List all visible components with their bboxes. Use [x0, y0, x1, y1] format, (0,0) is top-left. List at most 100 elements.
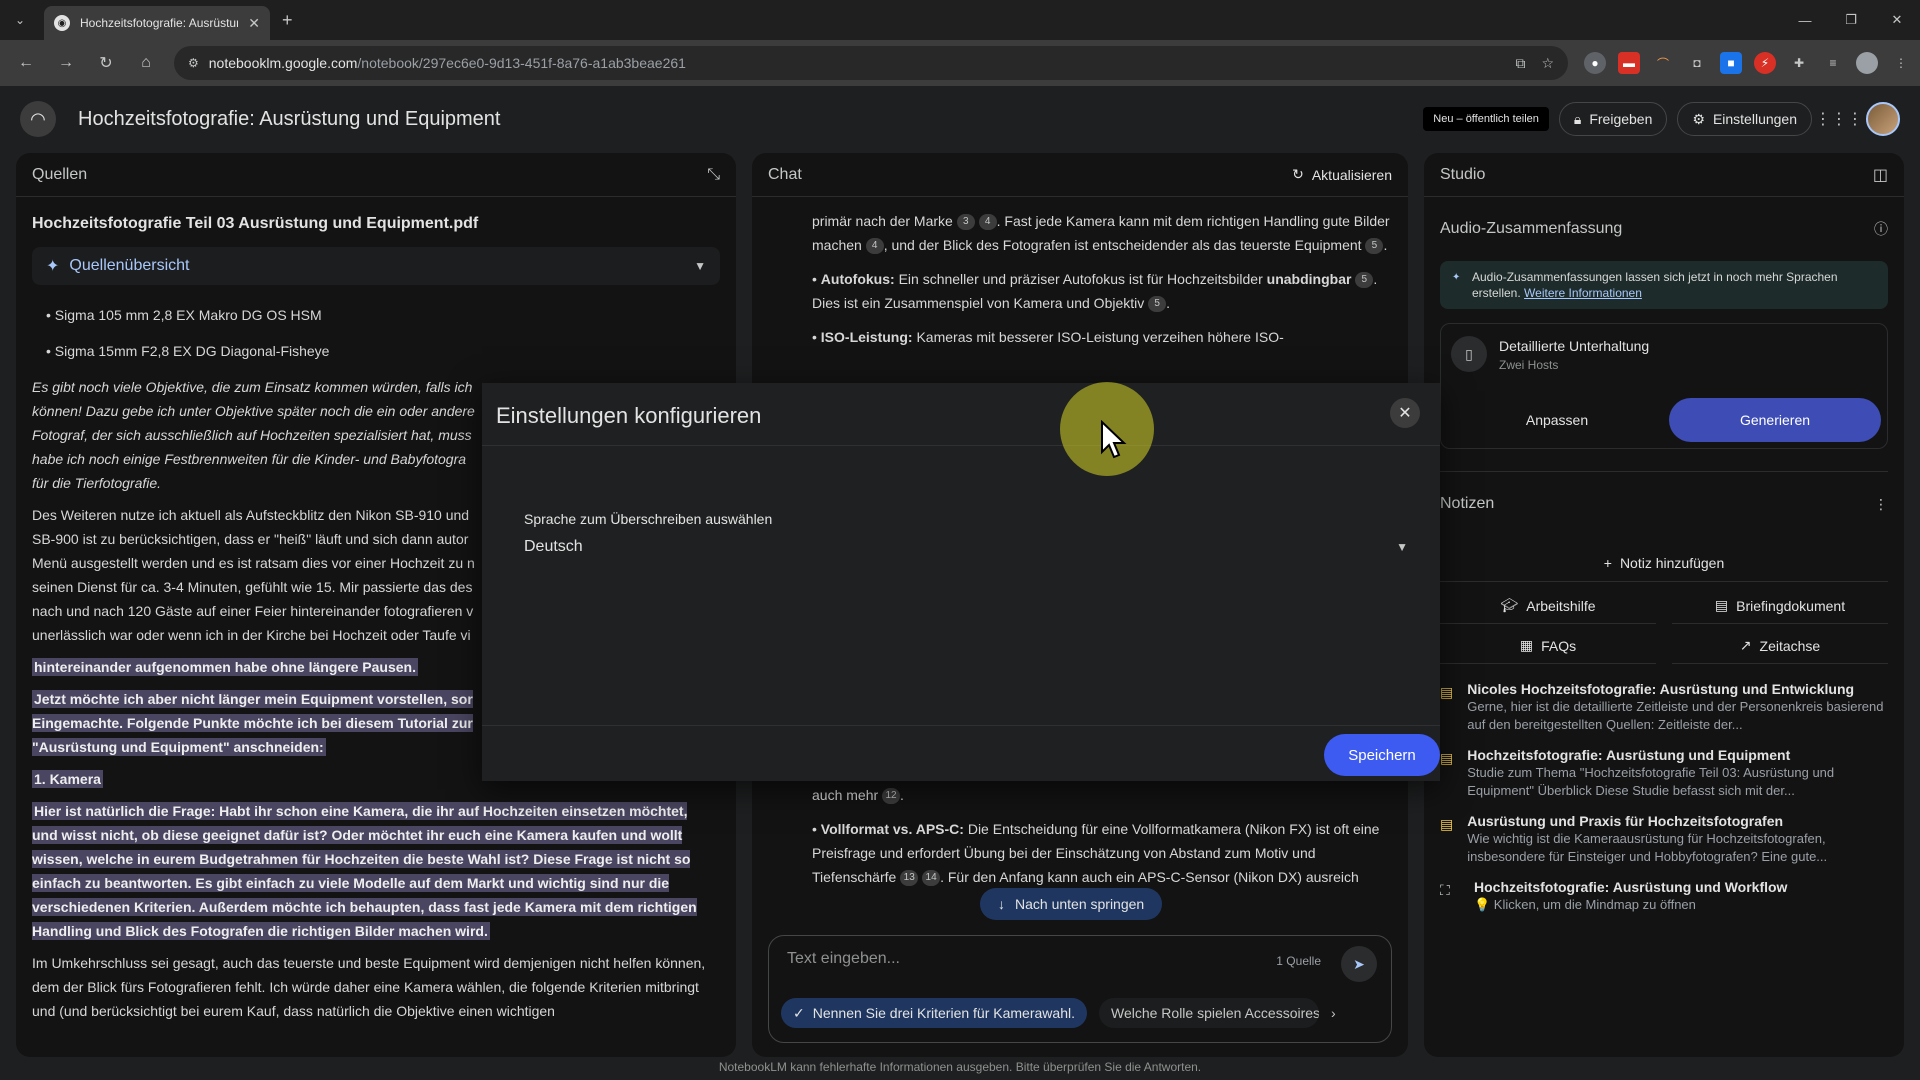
- save-button[interactable]: Speichern: [1324, 734, 1440, 776]
- settings-button[interactable]: ⚙ Einstellungen: [1677, 102, 1812, 136]
- citation-chip[interactable]: 5: [1355, 272, 1374, 289]
- chat-response: primär nach der Marke 3 4. Fast jede Kam…: [812, 213, 1390, 345]
- home-icon[interactable]: ⌂: [128, 45, 164, 81]
- citation-chip[interactable]: 12: [882, 788, 901, 805]
- audio-language-notice: Audio-Zusammenfassungen lassen sich jetz…: [1440, 261, 1888, 309]
- notes-menu-icon[interactable]: ⋮: [1874, 496, 1888, 513]
- timeline-icon: ↗: [1739, 637, 1752, 653]
- studio-panel: Studio ◫ Audio-Zusammenfassung ⓘ Audio-Zus…: [1424, 153, 1904, 1057]
- close-tab-icon[interactable]: ✕: [248, 15, 260, 32]
- source-doc-name: Hochzeitsfotografie Teil 03 Ausrüstung u…: [32, 215, 479, 232]
- collapse-studio-icon[interactable]: ◫: [1873, 165, 1888, 185]
- send-button[interactable]: ➤: [1341, 946, 1377, 982]
- timeline-button[interactable]: ↗ Zeitachse: [1672, 628, 1888, 664]
- audio-summary-title: Audio-Zusammenfassung: [1440, 220, 1623, 237]
- browser-tab[interactable]: ◉ Hochzeitsfotografie: Ausrüstung ✕: [44, 6, 270, 40]
- citation-chip[interactable]: 4: [865, 238, 884, 255]
- notebooklm-logo-icon[interactable]: ◠: [20, 101, 56, 137]
- arrow-down-icon: ↓: [998, 896, 1005, 912]
- info-icon[interactable]: ⓘ: [1874, 219, 1888, 239]
- bookmark-star-icon[interactable]: ☆: [1541, 55, 1554, 72]
- refresh-icon: ↻: [1292, 166, 1304, 182]
- extension-icon[interactable]: ⚡: [1754, 52, 1776, 74]
- extension-icon[interactable]: ■: [1720, 52, 1742, 74]
- notebook-title[interactable]: Hochzeitsfotografie: Ausrüstung und Equi…: [78, 108, 500, 131]
- citation-chip[interactable]: 5: [1365, 238, 1384, 255]
- suggestion-chip[interactable]: ✓ Nennen Sie drei Kriterien für Kamerawah…: [781, 998, 1087, 1028]
- suggestion-chip[interactable]: Welche Rolle spielen Accessoires?: [1098, 998, 1319, 1028]
- check-icon: ✓: [793, 1004, 805, 1021]
- note-item[interactable]: ▤ Ausrüstung und Praxis für Hochzeitsfot…: [1440, 812, 1888, 866]
- apps-grid-icon[interactable]: ⋮⋮⋮: [1815, 102, 1863, 136]
- divider: [482, 445, 1440, 446]
- extension-icon[interactable]: ⌒: [1652, 52, 1674, 74]
- sparkle-icon: ✦: [46, 258, 60, 275]
- extension-icon[interactable]: ▬: [1618, 52, 1640, 74]
- media-icon[interactable]: ≡: [1822, 52, 1844, 74]
- chevron-right-icon[interactable]: ›: [1331, 1005, 1336, 1021]
- citation-chip[interactable]: 13: [900, 870, 919, 887]
- more-info-link[interactable]: Weitere Informationen: [1524, 286, 1642, 300]
- citation-chip[interactable]: 3: [956, 214, 975, 231]
- citation-chip[interactable]: 5: [1148, 296, 1167, 313]
- menu-kebab-icon[interactable]: ⋮: [1890, 52, 1912, 74]
- app-header: ◠ Hochzeitsfotografie: Ausrüstung und Eq…: [0, 86, 1920, 152]
- citation-chip[interactable]: 4: [978, 214, 997, 231]
- extension-icon[interactable]: ●: [1584, 52, 1606, 74]
- generate-button[interactable]: Generieren: [1669, 398, 1881, 442]
- site-info-icon[interactable]: ⚙: [188, 56, 199, 70]
- study-guide-button[interactable]: 🎓︎ Arbeitshilfe: [1440, 588, 1656, 624]
- forward-icon[interactable]: →: [48, 45, 84, 81]
- settings-dialog: Einstellungen konfigurieren ✕ Sprache zu…: [482, 383, 1440, 781]
- avatar[interactable]: [1866, 102, 1900, 136]
- note-item[interactable]: ▤ Hochzeitsfotografie: Ausrüstung und Eq…: [1440, 746, 1888, 800]
- customize-button[interactable]: Anpassen: [1467, 398, 1647, 442]
- chevron-down-icon: ▼: [694, 259, 706, 273]
- address-bar[interactable]: ⚙ notebooklm.google.com/notebook/297ec6e…: [174, 46, 1568, 80]
- collapse-panel-icon[interactable]: ⤡: [707, 166, 720, 184]
- restore-icon[interactable]: ❐: [1828, 0, 1874, 40]
- install-app-icon[interactable]: ⧉: [1515, 55, 1525, 72]
- panel-title-chat: Chat: [768, 165, 802, 183]
- document-audio-icon: ▯: [1451, 336, 1487, 372]
- audio-card-subtitle: Zwei Hosts: [1499, 358, 1559, 372]
- note-icon: ▤: [1440, 684, 1454, 700]
- dialog-title: Einstellungen konfigurieren: [496, 403, 762, 428]
- language-label: Sprache zum Überschreiben auswählen: [524, 511, 773, 527]
- document-icon: ▤: [1714, 597, 1729, 613]
- tab-search-icon[interactable]: ⌄: [0, 13, 40, 27]
- notebooklm-favicon-icon: ◉: [54, 15, 70, 31]
- citation-chip[interactable]: 14: [922, 870, 941, 887]
- briefing-doc-button[interactable]: ▤ Briefingdokument: [1672, 588, 1888, 624]
- note-item[interactable]: ⛶ Hochzeitsfotografie: Ausrüstung und Wo…: [1440, 878, 1888, 914]
- share-button[interactable]: 🔒︎ Freigeben: [1558, 102, 1668, 136]
- chat-response-lower: auch mehr 12. • Vollformat vs. APS-C: Di…: [812, 787, 1380, 887]
- camera-extension-icon[interactable]: ◘: [1686, 52, 1708, 74]
- profile-icon[interactable]: [1856, 52, 1878, 74]
- jump-to-bottom-button[interactable]: ↓ Nach unten springen: [980, 888, 1163, 920]
- new-public-share-badge[interactable]: Neu – öffentlich teilen: [1423, 107, 1549, 131]
- close-window-icon[interactable]: ✕: [1874, 0, 1920, 40]
- chat-input-box: Text eingeben... 1 Quelle ➤ ✓ Nennen Sie …: [768, 935, 1392, 1043]
- tab-title: Hochzeitsfotografie: Ausrüstung: [80, 16, 239, 30]
- add-note-button[interactable]: + Notiz hinzufügen: [1440, 544, 1888, 582]
- puzzle-icon[interactable]: ✚: [1788, 52, 1810, 74]
- mouse-cursor-icon: [1101, 420, 1127, 459]
- note-item[interactable]: ▤ Nicoles Hochzeitsfotografie: Ausrüstun…: [1440, 680, 1888, 734]
- source-overview-toggle[interactable]: ✦ Quellenübersicht ▼: [32, 247, 720, 285]
- minimize-icon[interactable]: —: [1782, 0, 1828, 40]
- reload-icon[interactable]: ↻: [88, 45, 124, 81]
- mindmap-icon: ⛶: [1440, 882, 1450, 898]
- close-dialog-icon[interactable]: ✕: [1390, 398, 1420, 428]
- new-tab-icon[interactable]: +: [282, 10, 293, 31]
- send-arrow-icon: ➤: [1353, 955, 1365, 972]
- panel-title-sources: Quellen: [32, 165, 88, 183]
- browser-toolbar: ← → ↻ ⌂ ⚙ notebooklm.google.com/notebook…: [0, 40, 1920, 86]
- divider: [482, 725, 1440, 726]
- back-icon[interactable]: ←: [8, 45, 44, 81]
- panel-title-studio: Studio: [1440, 165, 1486, 183]
- faq-button[interactable]: ▦ FAQs: [1440, 628, 1656, 664]
- refresh-button[interactable]: ↻ Aktualisieren: [1292, 166, 1392, 183]
- graduation-cap-icon: 🎓︎: [1500, 597, 1519, 613]
- language-select[interactable]: Deutsch ▼: [524, 531, 1408, 563]
